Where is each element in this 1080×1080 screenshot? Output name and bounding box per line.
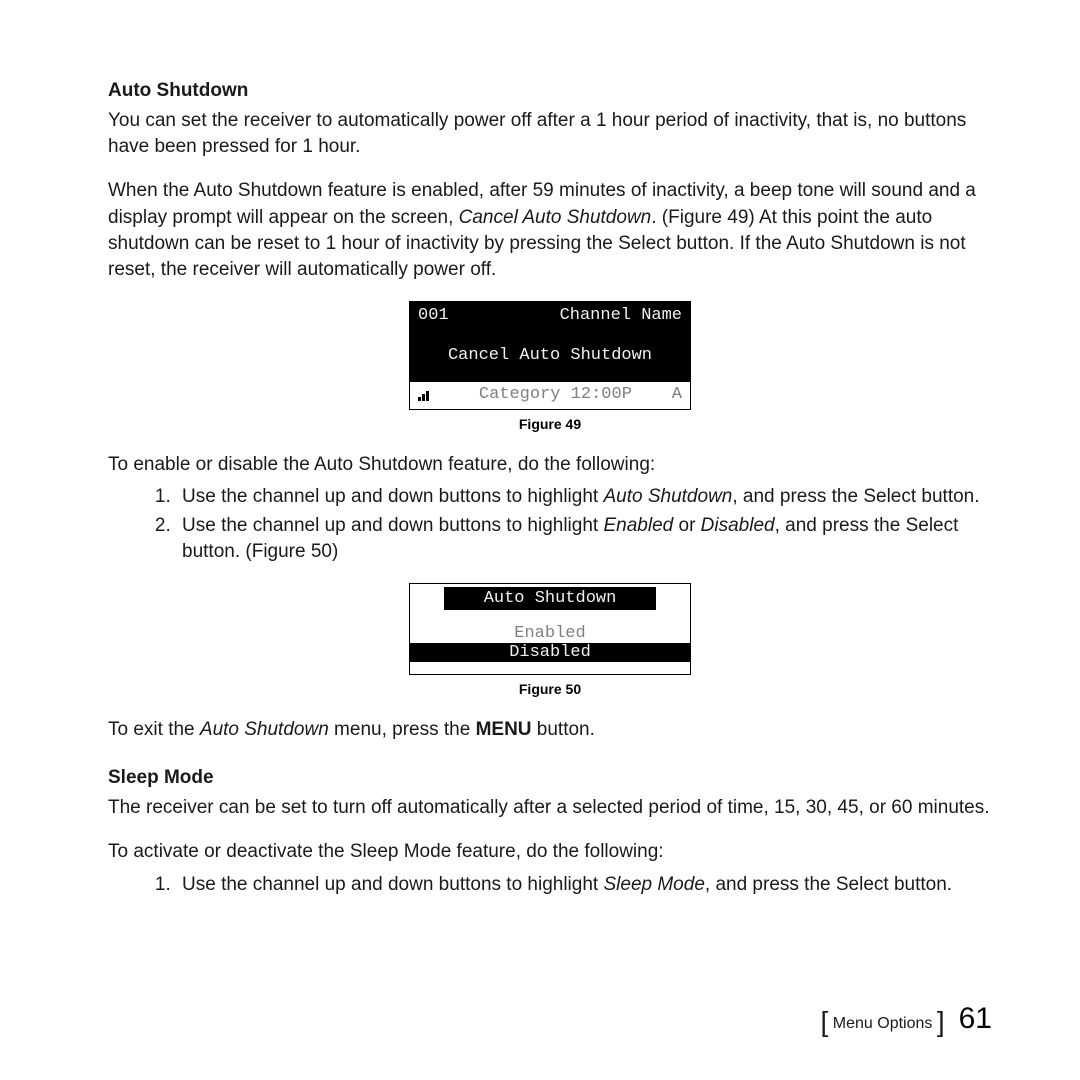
lcd-option-enabled: Enabled bbox=[410, 624, 690, 643]
page-number: 61 bbox=[959, 1002, 992, 1036]
lcd-menu-title: Auto Shutdown bbox=[444, 587, 656, 610]
bracket-left-icon: [ bbox=[821, 1006, 829, 1037]
lcd-screen-cancel-auto-shutdown: 001 Channel Name Cancel Auto Shutdown Ca… bbox=[409, 301, 691, 410]
italic-enabled: Enabled bbox=[603, 515, 673, 536]
text-fragment: Use the channel up and down buttons to h… bbox=[182, 486, 603, 507]
para-enable-disable-lead: To enable or disable the Auto Shutdown f… bbox=[108, 452, 992, 478]
figure-50-caption: Figure 50 bbox=[519, 681, 581, 697]
figure-49-caption: Figure 49 bbox=[519, 416, 581, 432]
footer-section-label: [ Menu Options ] bbox=[821, 1005, 945, 1033]
para-exit-auto-shutdown: To exit the Auto Shutdown menu, press th… bbox=[108, 717, 992, 743]
lcd-prompt-text: Cancel Auto Shutdown bbox=[448, 345, 652, 368]
italic-auto-shutdown: Auto Shutdown bbox=[200, 719, 329, 740]
text-fragment: or bbox=[673, 515, 700, 536]
footer-section-text: Menu Options bbox=[833, 1015, 933, 1032]
italic-auto-shutdown: Auto Shutdown bbox=[603, 486, 732, 507]
text-fragment: button. bbox=[532, 719, 595, 740]
signal-strength-icon bbox=[418, 391, 429, 401]
para-sleep-mode-intro: The receiver can be set to turn off auto… bbox=[108, 795, 992, 821]
heading-auto-shutdown: Auto Shutdown bbox=[108, 80, 992, 102]
lcd-category-time: Category 12:00P bbox=[435, 384, 672, 407]
lcd-option-disabled-selected: Disabled bbox=[410, 643, 690, 662]
lcd-right-indicator: A bbox=[672, 384, 682, 407]
para-auto-shutdown-intro: You can set the receiver to automaticall… bbox=[108, 108, 992, 160]
bold-menu-button: MENU bbox=[476, 719, 532, 740]
text-fragment: , and press the Select button. bbox=[732, 486, 979, 507]
list-item: Use the channel up and down buttons to h… bbox=[176, 484, 992, 510]
list-item: Use the channel up and down buttons to h… bbox=[176, 872, 992, 898]
page-footer: [ Menu Options ] 61 bbox=[821, 1002, 992, 1036]
italic-sleep-mode: Sleep Mode bbox=[603, 874, 704, 895]
manual-page: Auto Shutdown You can set the receiver t… bbox=[0, 0, 1080, 1080]
heading-sleep-mode: Sleep Mode bbox=[108, 767, 992, 789]
bracket-right-icon: ] bbox=[937, 1006, 945, 1037]
italic-disabled: Disabled bbox=[701, 515, 775, 536]
italic-cancel-auto-shutdown: Cancel Auto Shutdown bbox=[459, 207, 652, 228]
figure-50: Auto Shutdown Enabled Disabled Figure 50 bbox=[108, 583, 992, 697]
lcd-gap bbox=[410, 662, 690, 674]
text-fragment: Use the channel up and down buttons to h… bbox=[182, 515, 603, 536]
para-sleep-mode-lead: To activate or deactivate the Sleep Mode… bbox=[108, 839, 992, 865]
steps-enable-disable: Use the channel up and down buttons to h… bbox=[108, 484, 992, 565]
lcd-header-row: 001 Channel Name bbox=[410, 302, 690, 331]
text-fragment: Use the channel up and down buttons to h… bbox=[182, 874, 603, 895]
text-fragment: To exit the bbox=[108, 719, 200, 740]
lcd-gap bbox=[410, 610, 690, 624]
lcd-channel-number: 001 bbox=[418, 305, 449, 328]
text-fragment: menu, press the bbox=[329, 719, 476, 740]
lcd-footer-row: Category 12:00P A bbox=[410, 382, 690, 409]
steps-sleep-mode: Use the channel up and down buttons to h… bbox=[108, 872, 992, 898]
lcd-channel-name: Channel Name bbox=[560, 305, 682, 328]
text-fragment: , and press the Select button. bbox=[705, 874, 952, 895]
list-item: Use the channel up and down buttons to h… bbox=[176, 513, 992, 565]
figure-49: 001 Channel Name Cancel Auto Shutdown Ca… bbox=[108, 301, 992, 432]
para-auto-shutdown-detail: When the Auto Shutdown feature is enable… bbox=[108, 178, 992, 283]
lcd-screen-auto-shutdown-menu: Auto Shutdown Enabled Disabled bbox=[409, 583, 691, 675]
lcd-prompt-row: Cancel Auto Shutdown bbox=[410, 331, 690, 382]
